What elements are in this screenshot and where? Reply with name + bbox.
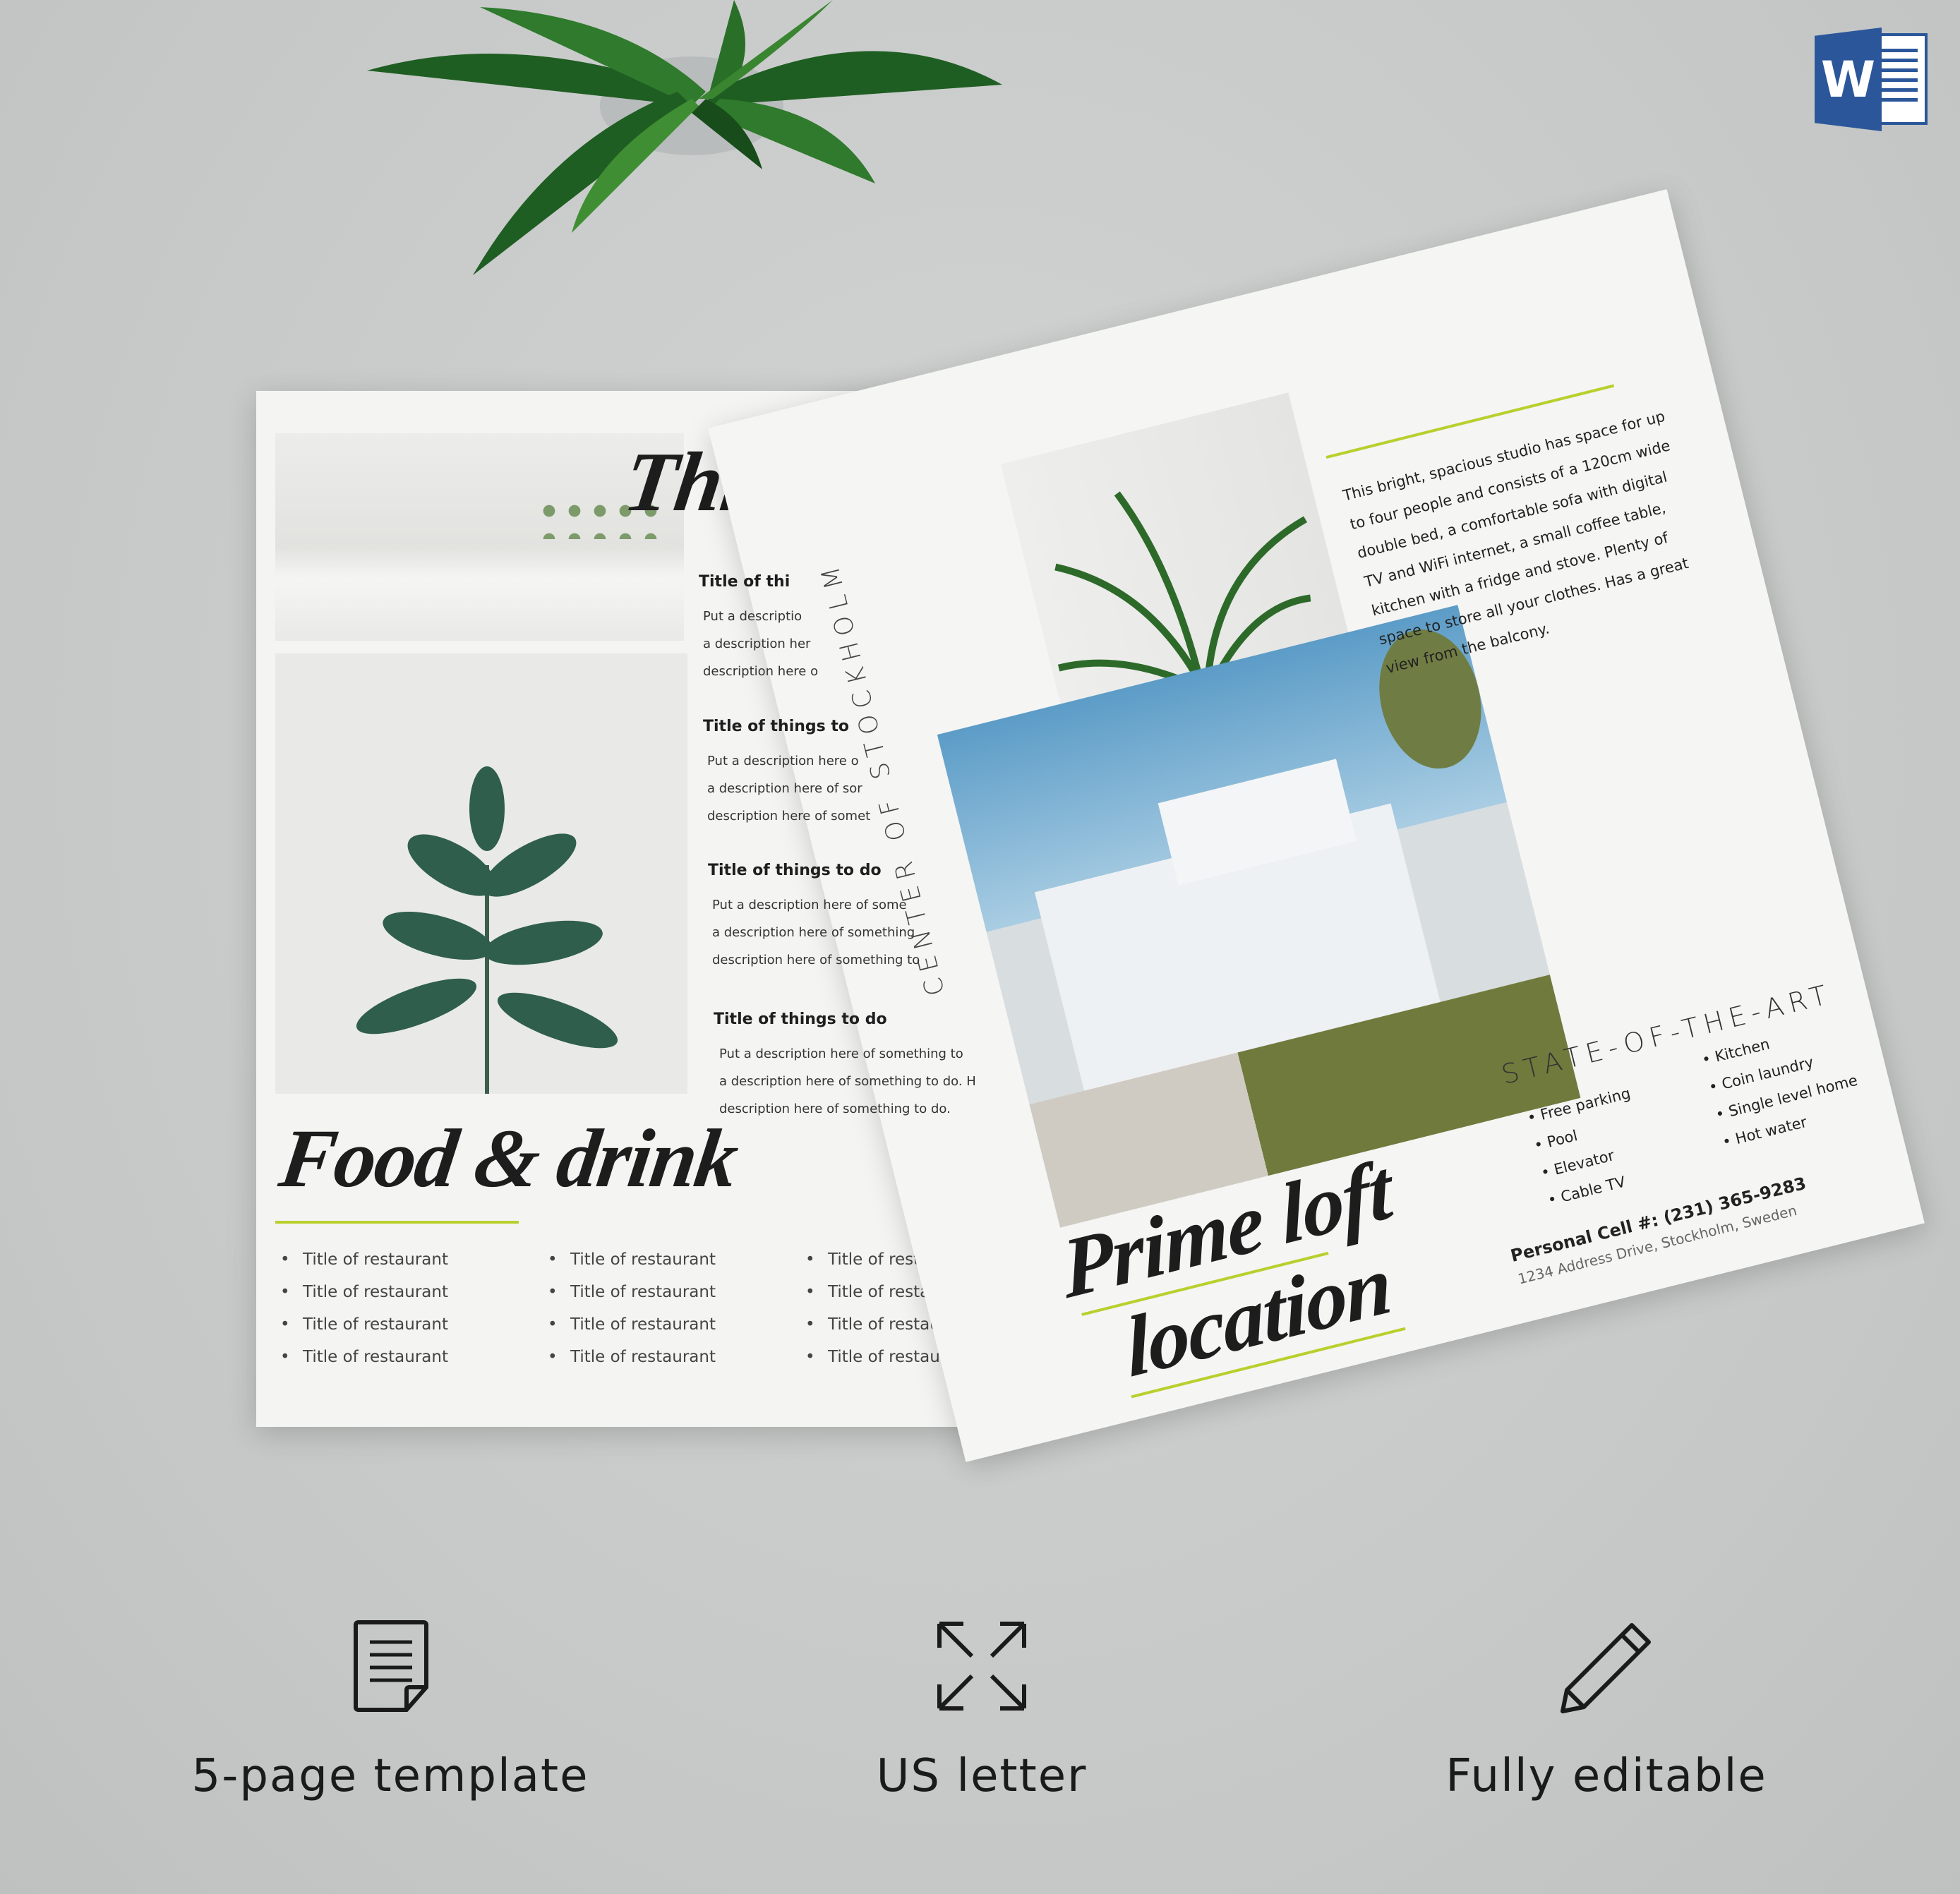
potted-plant-image [367,0,1002,275]
description: This bright, spacious studio has space f… [1341,407,1690,677]
pencil-icon [1561,1623,1651,1713]
expand-arrows-icon [937,1622,1026,1711]
feature-label-pages: 5-page template [191,1750,589,1802]
feature-label-size: US letter [876,1750,1088,1802]
food-drink-heading: Food & drink [274,1112,743,1205]
features-list-1: Free parking Pool Elevator Cable TV [1524,1079,1654,1214]
accent-divider [275,1221,519,1224]
document-icon [354,1620,428,1712]
microsoft-word-icon: W [1815,28,1928,131]
house-photo [937,605,1581,1228]
bedroom-photo [275,433,684,641]
feature-label-editable: Fully editable [1445,1750,1767,1802]
plant-photo [275,653,687,1094]
